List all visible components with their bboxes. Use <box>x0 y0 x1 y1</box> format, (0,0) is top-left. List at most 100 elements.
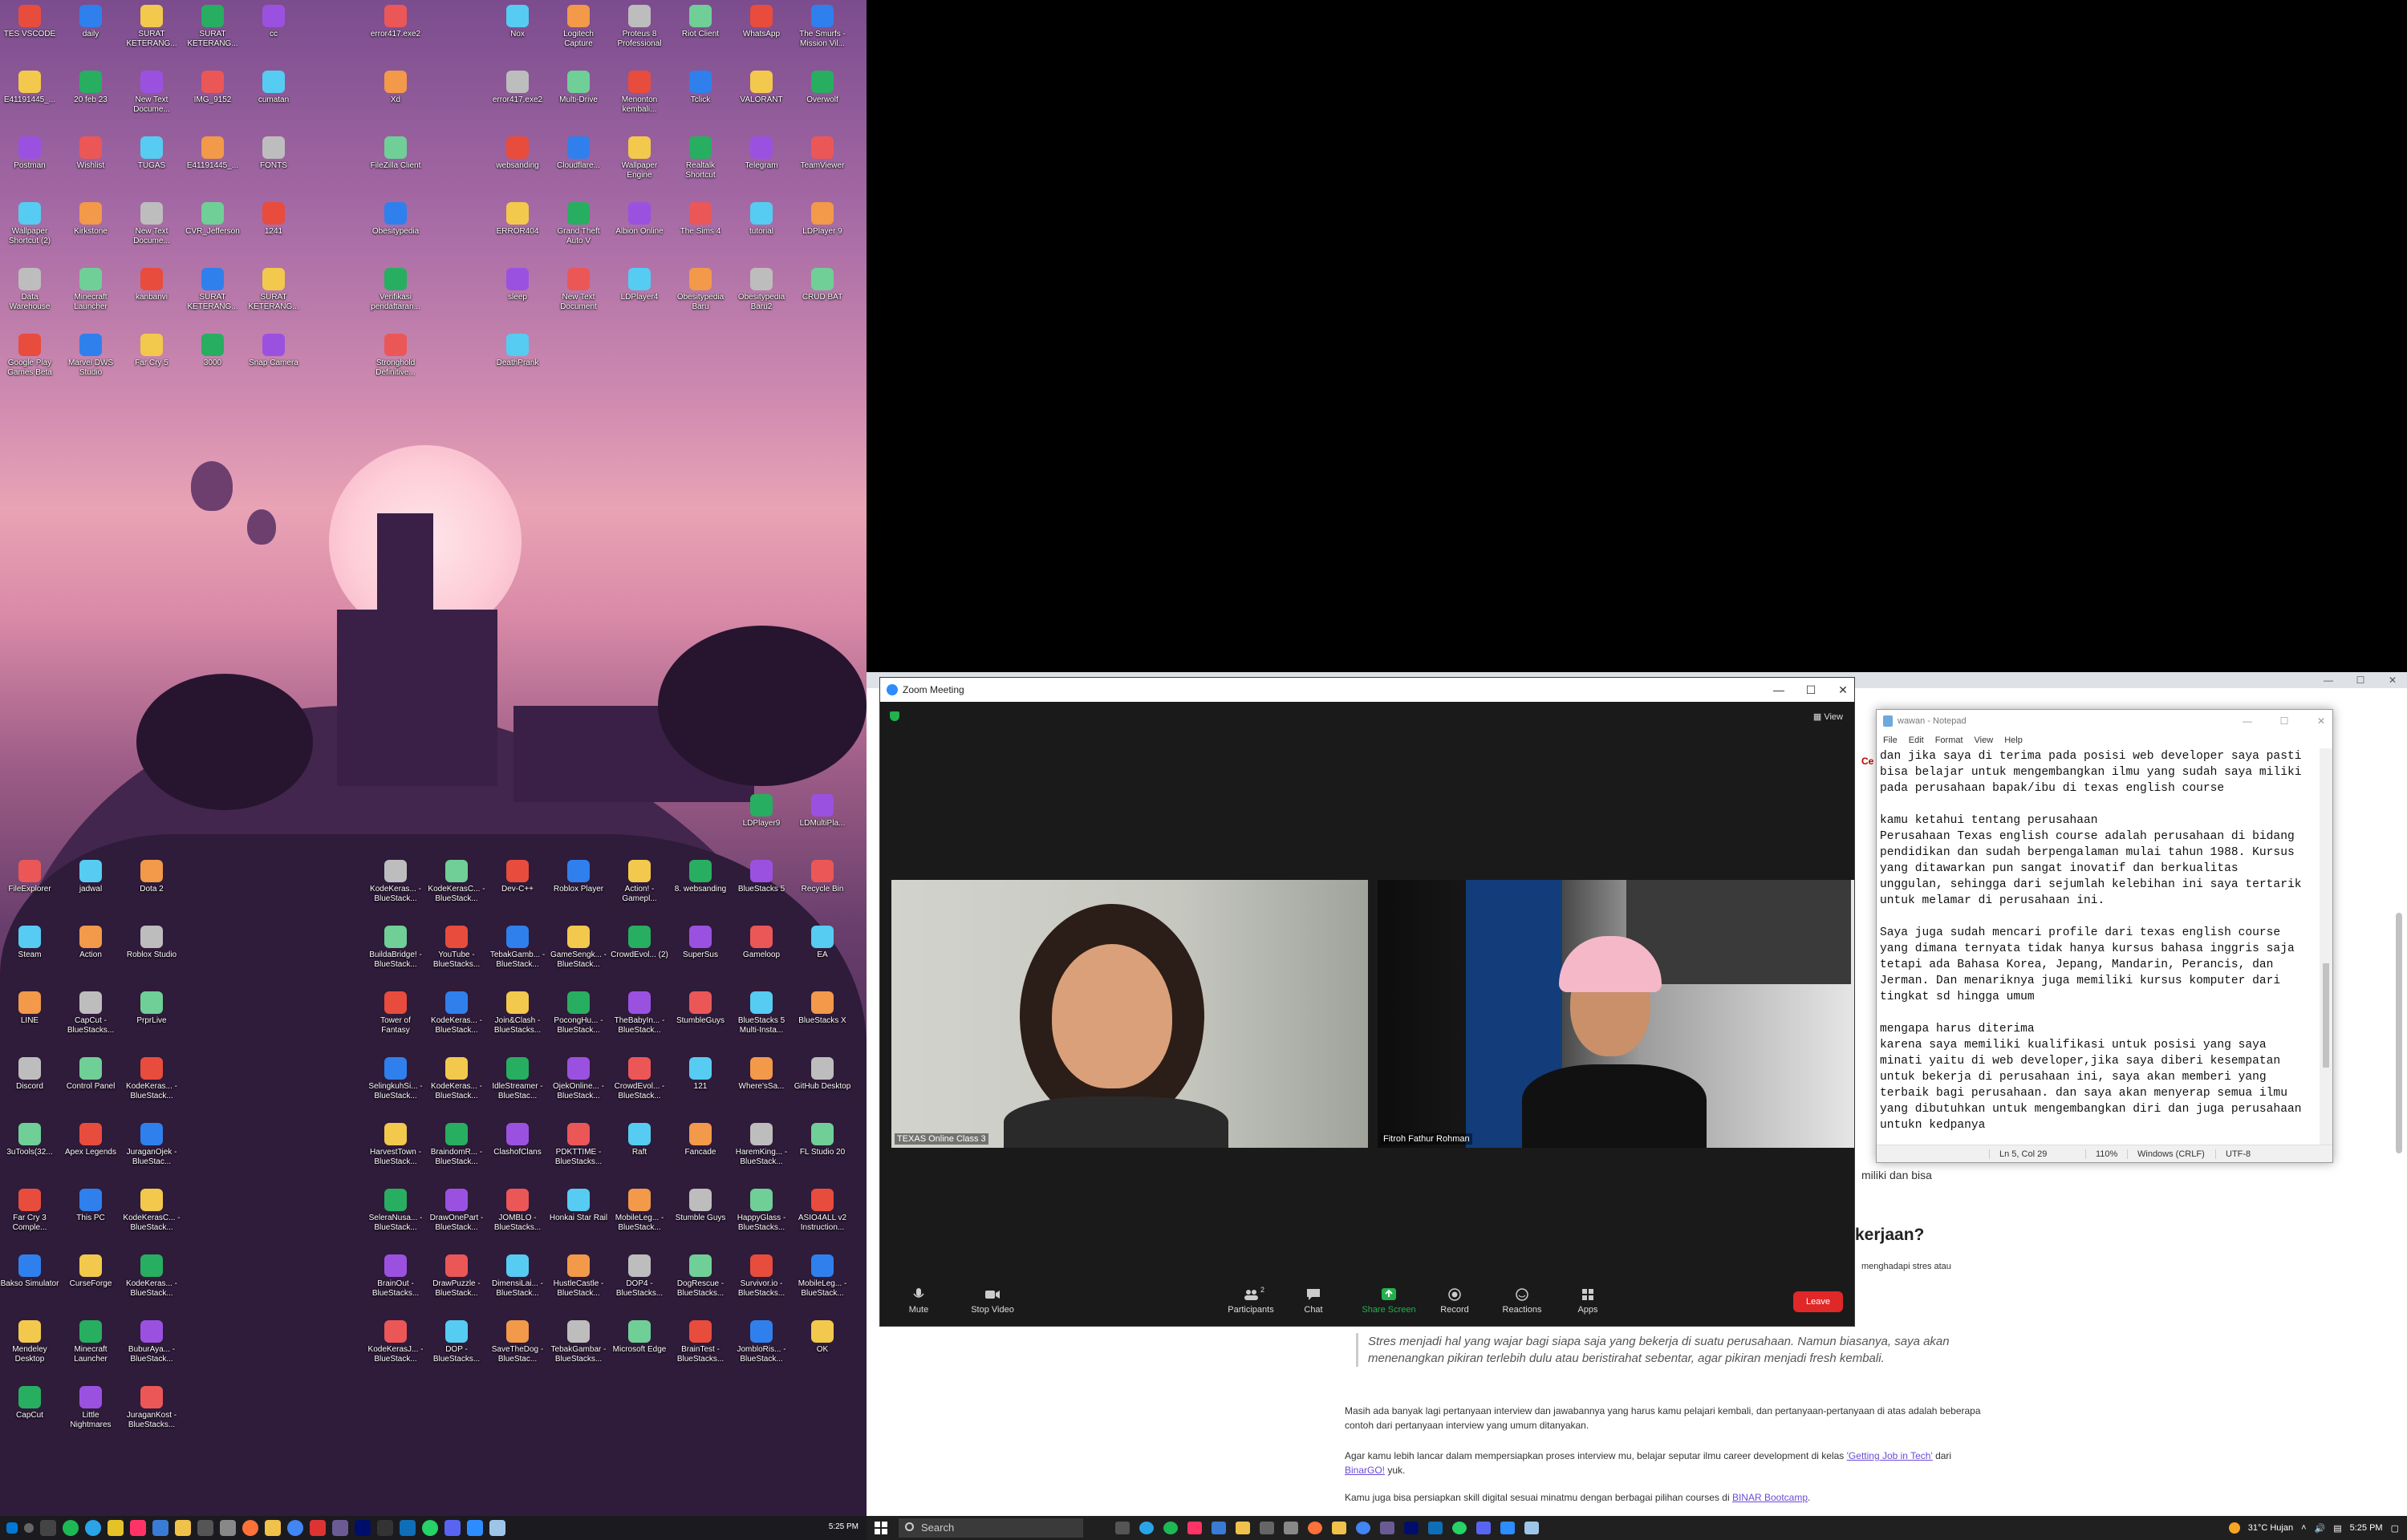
desktop-icon[interactable]: error417.exe2 <box>366 5 425 39</box>
desktop-icon[interactable]: Nox <box>488 5 547 39</box>
desktop-icon[interactable]: Fancade <box>671 1123 730 1157</box>
desktop-icon[interactable]: BlueStacks X <box>793 991 852 1026</box>
desktop-icon[interactable]: 3uTools(32... <box>0 1123 59 1157</box>
folder-icon[interactable] <box>1332 1522 1346 1534</box>
left-clock[interactable]: 5:25 PM <box>829 1522 858 1531</box>
desktop-icon[interactable]: jadwal <box>61 860 120 894</box>
desktop-icon[interactable]: LINE <box>0 991 59 1026</box>
desktop-icon[interactable]: The Sims 4 <box>671 202 730 237</box>
desktop-icon[interactable]: MobileLeg... - BlueStack... <box>793 1254 852 1299</box>
xd-icon[interactable] <box>130 1520 146 1536</box>
vscode-icon[interactable] <box>1428 1522 1443 1534</box>
settings-icon[interactable] <box>220 1520 236 1536</box>
desktop-icon[interactable]: GameSengk... - BlueStack... <box>549 926 608 970</box>
desktop-icon[interactable]: FONTS <box>244 136 303 171</box>
desktop-icon[interactable]: E41191445_... <box>0 71 59 105</box>
premiere-icon[interactable] <box>1404 1522 1419 1534</box>
premiere-icon[interactable] <box>355 1520 371 1536</box>
desktop-icon[interactable]: Little Nightmares <box>61 1386 120 1430</box>
desktop-icon[interactable]: Stronghold Definitive... <box>366 334 425 378</box>
desktop-icon[interactable]: Stumble Guys <box>671 1189 730 1223</box>
desktop-icon[interactable]: DogRescue - BlueStacks... <box>671 1254 730 1299</box>
desktop-icon[interactable]: PocongHu... - BlueStack... <box>549 991 608 1035</box>
record-button[interactable]: Record <box>1423 1284 1487 1315</box>
maximize-icon[interactable]: ☐ <box>2278 715 2291 727</box>
desktop-icon[interactable]: TebakGamb... - BlueStack... <box>488 926 547 970</box>
desktop-icon[interactable]: Logitech Capture <box>549 5 608 49</box>
desktop-icon[interactable]: WhatsApp <box>732 5 791 39</box>
desktop-icon[interactable]: CRUD BAT <box>793 268 852 302</box>
desktop-icon[interactable]: IdleStreamer - BlueStac... <box>488 1057 547 1101</box>
desktop-icon[interactable]: Join&Clash - BlueStacks... <box>488 991 547 1035</box>
desktop-icon[interactable]: KodeKeras... - BlueStack... <box>122 1057 181 1101</box>
desktop-icon[interactable]: BrainOut - BlueStacks... <box>366 1254 425 1299</box>
volume-icon[interactable]: 🔊 <box>2315 1523 2326 1534</box>
clock[interactable]: 5:25 PM <box>2350 1523 2383 1533</box>
desktop-icon[interactable]: KodeKerasC... - BlueStack... <box>427 860 486 904</box>
desktop-icon[interactable]: PDKTTIME - BlueStacks... <box>549 1123 608 1167</box>
desktop-icon[interactable]: FL Studio 20 <box>793 1123 852 1157</box>
minimize-icon[interactable]: — <box>2241 715 2254 727</box>
encryption-shield-icon[interactable] <box>890 711 899 721</box>
desktop-icon[interactable]: Realtalk Shortcut <box>671 136 730 180</box>
settings-icon[interactable] <box>1284 1522 1298 1534</box>
desktop-icon[interactable]: CVR_Jefferson <box>183 202 242 237</box>
desktop-icon[interactable]: GitHub Desktop <box>793 1057 852 1092</box>
desktop-icon[interactable]: SeleraNusa... - BlueStack... <box>366 1189 425 1233</box>
desktop-icon[interactable]: Obesitypedia Baru <box>671 268 730 312</box>
desktop-icon[interactable]: Roblox Player <box>549 860 608 894</box>
desktop-icon[interactable]: Multi-Drive <box>549 71 608 105</box>
desktop-icon[interactable]: CurseForge <box>61 1254 120 1289</box>
steam-icon[interactable] <box>197 1520 213 1536</box>
chat-button[interactable]: Chat <box>1281 1284 1346 1315</box>
desktop-icon[interactable]: New Text Document <box>549 268 608 312</box>
desktop-icon[interactable]: ASIO4ALL v2 Instruction... <box>793 1189 852 1233</box>
desktop-icon[interactable]: SURAT KETERANG... <box>183 268 242 312</box>
desktop-icon[interactable]: BlueStacks 5 <box>732 860 791 894</box>
desktop-icon[interactable]: Honkai Star Rail <box>549 1189 608 1223</box>
desktop-icon[interactable]: SURAT KETERANG... <box>122 5 181 49</box>
desktop-icon[interactable]: Control Panel <box>61 1057 120 1092</box>
desktop-icon[interactable]: LDPlayer4 <box>610 268 669 302</box>
mail-icon[interactable] <box>1212 1522 1226 1534</box>
desktop-icon[interactable]: daily <box>61 5 120 39</box>
desktop-icon[interactable]: LDPlayer 9 <box>793 202 852 237</box>
desktop-icon[interactable]: Riot Client <box>671 5 730 39</box>
desktop-icon[interactable]: Wallpaper Shortcut (2) <box>0 202 59 246</box>
discord-icon[interactable] <box>1476 1522 1491 1534</box>
desktop-icon[interactable]: The Smurfs - Mission Vil... <box>793 5 852 49</box>
desktop-icon[interactable]: TUGAS <box>122 136 181 171</box>
binargo-link[interactable]: BinarGO! <box>1345 1465 1385 1476</box>
desktop-icon[interactable]: Recycle Bin <box>793 860 852 894</box>
desktop-icon[interactable]: TeamViewer <box>793 136 852 171</box>
desktop-icon[interactable]: Microsoft Edge <box>610 1320 669 1355</box>
desktop-icon[interactable]: This PC <box>61 1189 120 1223</box>
desktop-icon[interactable]: CapCut - BlueStacks... <box>61 991 120 1035</box>
desktop-icon[interactable]: JOMBLO - BlueStacks... <box>488 1189 547 1233</box>
desktop-icon[interactable]: DrawOnePart - BlueStack... <box>427 1189 486 1233</box>
desktop-icon[interactable]: YouTube - BlueStacks... <box>427 926 486 970</box>
desktop-icon[interactable]: 20 feb 23 <box>61 71 120 105</box>
participants-button[interactable]: Participants 2 <box>1219 1284 1283 1315</box>
desktop-icon[interactable]: FileExplorer <box>0 860 59 894</box>
chrome-icon[interactable] <box>1356 1522 1370 1534</box>
desktop-icon[interactable]: KodeKeras... - BlueStack... <box>366 860 425 904</box>
desktop-icon[interactable]: Gameloop <box>732 926 791 960</box>
binar-bootcamp-link[interactable]: BINAR Bootcamp <box>1732 1492 1808 1503</box>
desktop-icon[interactable]: Marvel DWS Studio <box>61 334 120 378</box>
file-explorer-icon[interactable] <box>1236 1522 1250 1534</box>
desktop-icon[interactable]: BuburAya... - BlueStack... <box>122 1320 181 1364</box>
desktop-icon[interactable]: Mendeley Desktop <box>0 1320 59 1364</box>
apps-button[interactable]: Apps <box>1556 1284 1620 1315</box>
desktop-icon[interactable]: PrprLive <box>122 991 181 1026</box>
taskbar-search[interactable]: Search <box>899 1518 1083 1538</box>
desktop-icon[interactable]: Action! - Gamepl... <box>610 860 669 904</box>
task-view-icon[interactable] <box>40 1520 56 1536</box>
desktop-icon[interactable]: IMG_9152 <box>183 71 242 105</box>
desktop-icon[interactable]: HappyGlass - BlueStacks... <box>732 1189 791 1233</box>
reactions-button[interactable]: Reactions <box>1490 1284 1554 1315</box>
desktop-icon[interactable]: Action <box>61 926 120 960</box>
notepad-icon[interactable] <box>489 1520 505 1536</box>
desktop-icon[interactable]: New Text Docume... <box>122 202 181 246</box>
desktop-icon[interactable]: Dev-C++ <box>488 860 547 894</box>
